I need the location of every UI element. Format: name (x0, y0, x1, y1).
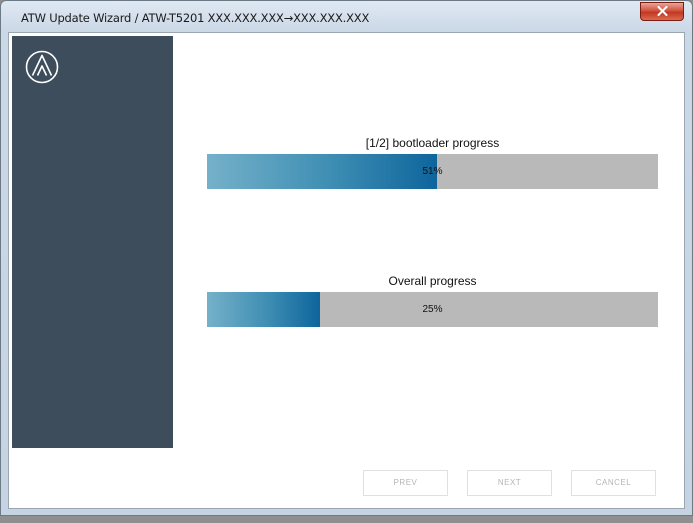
bootloader-progress-bar: 51% (207, 154, 658, 189)
audio-technica-logo-icon (25, 50, 59, 89)
cancel-button[interactable]: CANCEL (571, 470, 656, 496)
overall-progress-label: Overall progress (388, 274, 477, 288)
wizard-content: [1/2] bootloader progress 51% Overall pr… (8, 32, 685, 509)
bootloader-progress-label: [1/2] bootloader progress (365, 136, 500, 150)
close-button[interactable] (640, 2, 684, 21)
overall-progress-bar: 25% (207, 292, 658, 327)
next-button[interactable]: NEXT (467, 470, 552, 496)
prev-button[interactable]: PREV (363, 470, 448, 496)
close-icon (657, 3, 668, 21)
bootloader-progress-section: [1/2] bootloader progress 51% (207, 136, 658, 189)
sidebar-panel (12, 36, 173, 448)
overall-progress-value: 25% (422, 304, 443, 315)
title-bar[interactable]: ATW Update Wizard / ATW-T5201 XXX.XXX.XX… (1, 1, 692, 33)
update-wizard-window: ATW Update Wizard / ATW-T5201 XXX.XXX.XX… (0, 0, 693, 516)
bootloader-progress-value: 51% (422, 166, 443, 177)
window-title: ATW Update Wizard / ATW-T5201 XXX.XXX.XX… (21, 11, 370, 25)
overall-progress-section: Overall progress 25% (207, 274, 658, 327)
